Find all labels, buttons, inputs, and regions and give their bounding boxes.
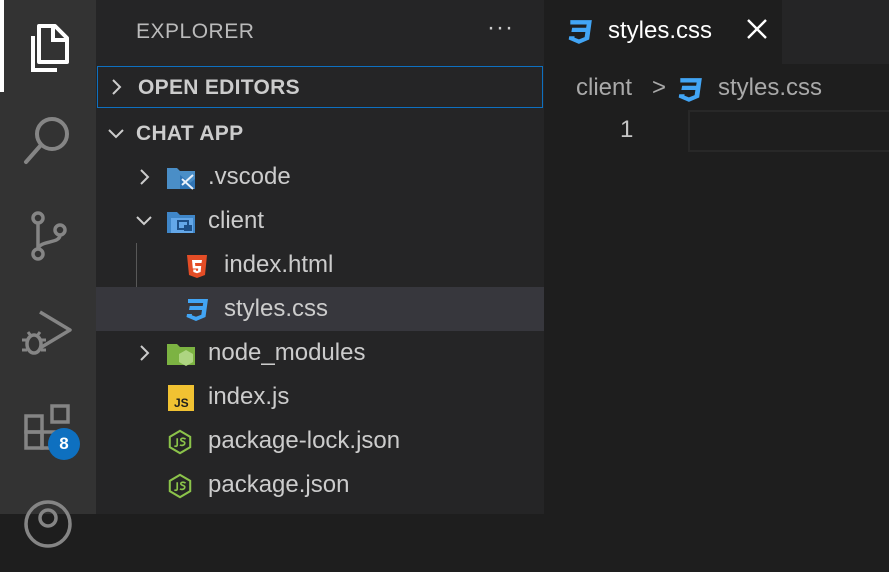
tree-item-label: package.json — [208, 471, 350, 498]
chevron-down-icon — [108, 129, 124, 139]
project-label: CHAT APP — [136, 122, 244, 145]
run-debug-icon — [22, 310, 72, 355]
html5-icon — [187, 255, 207, 278]
activity-extensions[interactable] — [0, 380, 96, 476]
activity-bar: 8 — [0, 0, 96, 548]
nodejs-icon — [168, 473, 192, 499]
project-section[interactable]: CHAT APP — [96, 111, 544, 155]
open-editors-label: OPEN EDITORS — [138, 76, 300, 99]
tab-label: styles.css — [608, 17, 713, 44]
js-icon: JS — [168, 385, 194, 411]
tree-item-label: package-lock.json — [208, 427, 401, 454]
tree-item-package-json[interactable]: package.json — [96, 463, 544, 507]
tab-styles-css[interactable]: styles.css — [544, 0, 782, 64]
explorer-title: EXPLORER — [136, 20, 255, 43]
explorer-header: EXPLORER ··· — [96, 0, 544, 64]
activity-search[interactable] — [0, 92, 96, 188]
chevron-down-icon — [136, 216, 152, 226]
extensions-badge: 8 — [48, 428, 80, 460]
tree-item-label: node_modules — [208, 339, 366, 366]
current-line-highlight[interactable] — [688, 110, 889, 152]
node-folder-icon — [167, 344, 195, 366]
tree-item-label: .vscode — [208, 163, 291, 190]
activity-source-control[interactable] — [0, 188, 96, 284]
tree-item-index-js[interactable]: JS index.js — [96, 375, 544, 419]
chevron-right-icon — [112, 79, 122, 95]
css3-icon — [678, 78, 702, 102]
vscode-folder-icon — [167, 168, 195, 190]
tree-item-package-lock-json[interactable]: package-lock.json — [96, 419, 544, 463]
breadcrumb-separator: > — [652, 74, 667, 101]
client-folder-icon — [167, 212, 195, 233]
accounts-icon — [24, 500, 72, 548]
activity-run-debug[interactable] — [0, 284, 96, 380]
tree-item-label: client — [208, 207, 265, 234]
tree-item-styles-css[interactable]: styles.css — [96, 287, 544, 331]
activity-accounts[interactable] — [0, 476, 96, 572]
close-icon[interactable] — [744, 16, 770, 42]
tree-item-label: index.js — [208, 383, 290, 410]
files-icon — [31, 24, 69, 72]
tree-item-label: index.html — [224, 251, 334, 278]
explorer-sidebar: EXPLORER ··· OPEN EDITORS CHAT APP .vsco… — [96, 0, 544, 514]
svg-text:JS: JS — [174, 396, 189, 410]
chevron-right-icon — [140, 345, 150, 361]
tree-item-node-modules[interactable]: node_modules — [96, 331, 544, 375]
css3-icon — [186, 299, 208, 321]
line-number: 1 — [620, 116, 634, 143]
chevron-right-icon — [140, 169, 150, 185]
css3-icon — [568, 20, 592, 44]
tree-item-index-html[interactable]: index.html — [96, 243, 544, 287]
open-editors-section[interactable]: OPEN EDITORS — [97, 66, 543, 108]
breadcrumb-folder[interactable]: client — [576, 74, 632, 102]
tree-item-label: styles.css — [224, 295, 329, 322]
tab-bar: styles.css — [544, 0, 889, 64]
activity-explorer[interactable] — [0, 0, 96, 96]
editor-area: styles.css client > styles.css 1 — [544, 0, 889, 514]
tree-item-vscode[interactable]: .vscode — [96, 155, 544, 199]
nodejs-icon — [168, 429, 192, 455]
more-actions-button[interactable]: ··· — [487, 14, 514, 42]
tree-item-client[interactable]: client — [96, 199, 544, 243]
search-icon — [24, 117, 69, 164]
source-control-icon — [31, 211, 67, 261]
breadcrumb-file[interactable]: styles.css — [718, 74, 822, 102]
